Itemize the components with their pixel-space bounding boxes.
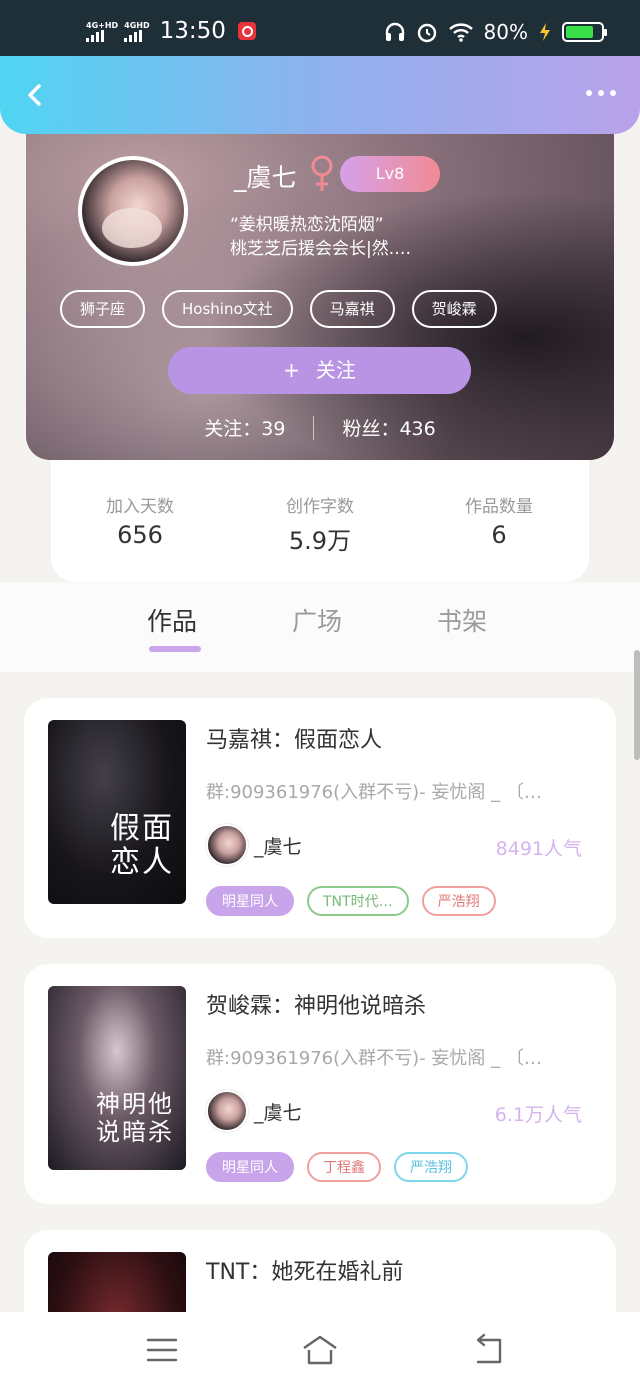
- fans-count[interactable]: 粉丝：436: [342, 414, 435, 441]
- profile-tags: 狮子座 Hoshino文社 马嘉祺 贺峻霖: [60, 290, 497, 328]
- work-title: 贺峻霖：神明他说暗杀: [206, 994, 427, 1019]
- stat-label: 创作字数: [286, 497, 354, 517]
- status-right: 80%: [384, 20, 607, 44]
- avatar[interactable]: [78, 156, 188, 266]
- cover-title: 假面恋人: [110, 811, 174, 880]
- status-left: 4G+HD 4GHD 13:50: [86, 18, 256, 44]
- popularity: 6.1万人气: [494, 1104, 582, 1126]
- signal-2: 4GHD: [124, 20, 150, 42]
- profile-nickname: _虞七: [234, 163, 297, 192]
- work-tags: 明星同人 TNT时代… 严浩翔: [206, 886, 496, 916]
- profile-motto: “姜枳暖热恋沈陌烟”: [230, 215, 384, 235]
- author-name: _虞七: [254, 1102, 302, 1124]
- work-tag[interactable]: 明星同人: [206, 886, 294, 916]
- divider: [313, 415, 315, 440]
- signal-1: 4G+HD: [86, 21, 118, 42]
- tab-bookshelf[interactable]: 书架: [437, 602, 487, 638]
- wifi-icon: [448, 23, 473, 42]
- profile-card: _虞七 Lv8 “姜枳暖热恋沈陌烟” 桃芝芝后援会会长|然.… 狮子座 Hosh…: [26, 110, 614, 460]
- avatar: [206, 1090, 248, 1132]
- work-desc: 群:909361976(入群不亏)- 妄忧阁 _ 〔…: [206, 782, 542, 803]
- work-desc: 群:909361976(入群不亏)- 妄忧阁 _ 〔…: [206, 1048, 542, 1069]
- avatar: [206, 824, 248, 866]
- return-icon[interactable]: [468, 1332, 508, 1368]
- work-tag[interactable]: TNT时代…: [307, 886, 409, 916]
- alarm-icon: [417, 23, 436, 43]
- tab-square[interactable]: 广场: [292, 602, 342, 638]
- follow-label: 关注: [315, 358, 356, 382]
- charging-icon: [540, 23, 550, 41]
- stat-value: 656: [117, 521, 163, 549]
- battery-percent: 80%: [483, 20, 528, 44]
- more-button[interactable]: [586, 90, 616, 96]
- work-cover[interactable]: 神明他说暗杀: [48, 986, 186, 1170]
- work-title: TNT：她死在婚礼前: [206, 1260, 404, 1285]
- stat-value: 6: [491, 521, 507, 549]
- clock: 13:50: [159, 18, 226, 44]
- stat-value: 5.9万: [288, 527, 352, 555]
- home-icon[interactable]: [300, 1332, 340, 1368]
- stat-works-count: 作品数量 6: [429, 492, 569, 549]
- female-icon: [311, 155, 333, 191]
- work-title: 马嘉祺：假面恋人: [206, 728, 383, 753]
- signal-1-label: 4G+HD: [86, 20, 119, 30]
- back-button[interactable]: [20, 80, 50, 110]
- netease-music-icon: [237, 22, 256, 40]
- headphones-icon: [385, 22, 404, 41]
- work-tag[interactable]: 明星同人: [206, 1152, 294, 1182]
- work-tags: 明星同人 丁程鑫 严浩翔: [206, 1152, 468, 1182]
- scrollbar[interactable]: [634, 650, 640, 760]
- signal-2-label: 4GHD: [124, 20, 150, 30]
- cover-title: 神明他说暗杀: [96, 1090, 174, 1146]
- stat-word-count: 创作字数 5.9万: [250, 492, 390, 556]
- profile-tag[interactable]: 贺峻霖: [411, 290, 497, 328]
- level-badge: Lv8: [340, 156, 440, 192]
- follow-button[interactable]: + 关注: [168, 347, 471, 394]
- author-row: _虞七 6.1万人气: [206, 1090, 582, 1134]
- system-nav-bar: [0, 1312, 640, 1387]
- signal-bars-icon: [86, 29, 118, 42]
- tab-works[interactable]: 作品: [147, 602, 197, 638]
- work-tag[interactable]: 严浩翔: [394, 1152, 468, 1182]
- work-cover[interactable]: 假面恋人: [48, 720, 186, 904]
- profile-tag[interactable]: 马嘉祺: [309, 290, 395, 328]
- plus-icon: +: [283, 358, 300, 382]
- stats-card: 加入天数 656 创作字数 5.9万 作品数量 6: [51, 460, 589, 582]
- stat-label: 加入天数: [106, 497, 174, 517]
- work-tag[interactable]: 严浩翔: [421, 886, 496, 916]
- author-row: _虞七 8491人气: [206, 824, 582, 868]
- following-count[interactable]: 关注：39: [204, 414, 285, 441]
- more-dots-icon: [586, 90, 592, 96]
- stat-label: 作品数量: [465, 497, 533, 517]
- profile-tag[interactable]: Hoshino文社: [162, 290, 293, 328]
- author-name: _虞七: [254, 836, 302, 858]
- popularity: 8491人气: [495, 838, 582, 860]
- tab-bar: 作品 广场 书架: [0, 582, 640, 672]
- status-bar: 4G+HD 4GHD 13:50 80%: [0, 0, 640, 60]
- profile-bio: 桃芝芝后援会会长|然.…: [230, 239, 412, 259]
- work-card[interactable]: 假面恋人 马嘉祺：假面恋人 群:909361976(入群不亏)- 妄忧阁 _ 〔…: [24, 698, 616, 938]
- battery-icon: [562, 22, 607, 42]
- work-card[interactable]: 神明他说暗杀 贺峻霖：神明他说暗杀 群:909361976(入群不亏)- 妄忧阁…: [24, 964, 616, 1204]
- app-header: [0, 56, 640, 134]
- menu-icon[interactable]: [142, 1332, 182, 1368]
- profile-tag[interactable]: 狮子座: [60, 290, 146, 328]
- signal-bars-icon: [124, 29, 149, 42]
- stat-join-days: 加入天数 656: [70, 492, 210, 549]
- work-tag[interactable]: 丁程鑫: [307, 1152, 381, 1182]
- follow-counts: 关注：39 粉丝：436: [26, 414, 614, 441]
- tab-indicator: [149, 646, 201, 652]
